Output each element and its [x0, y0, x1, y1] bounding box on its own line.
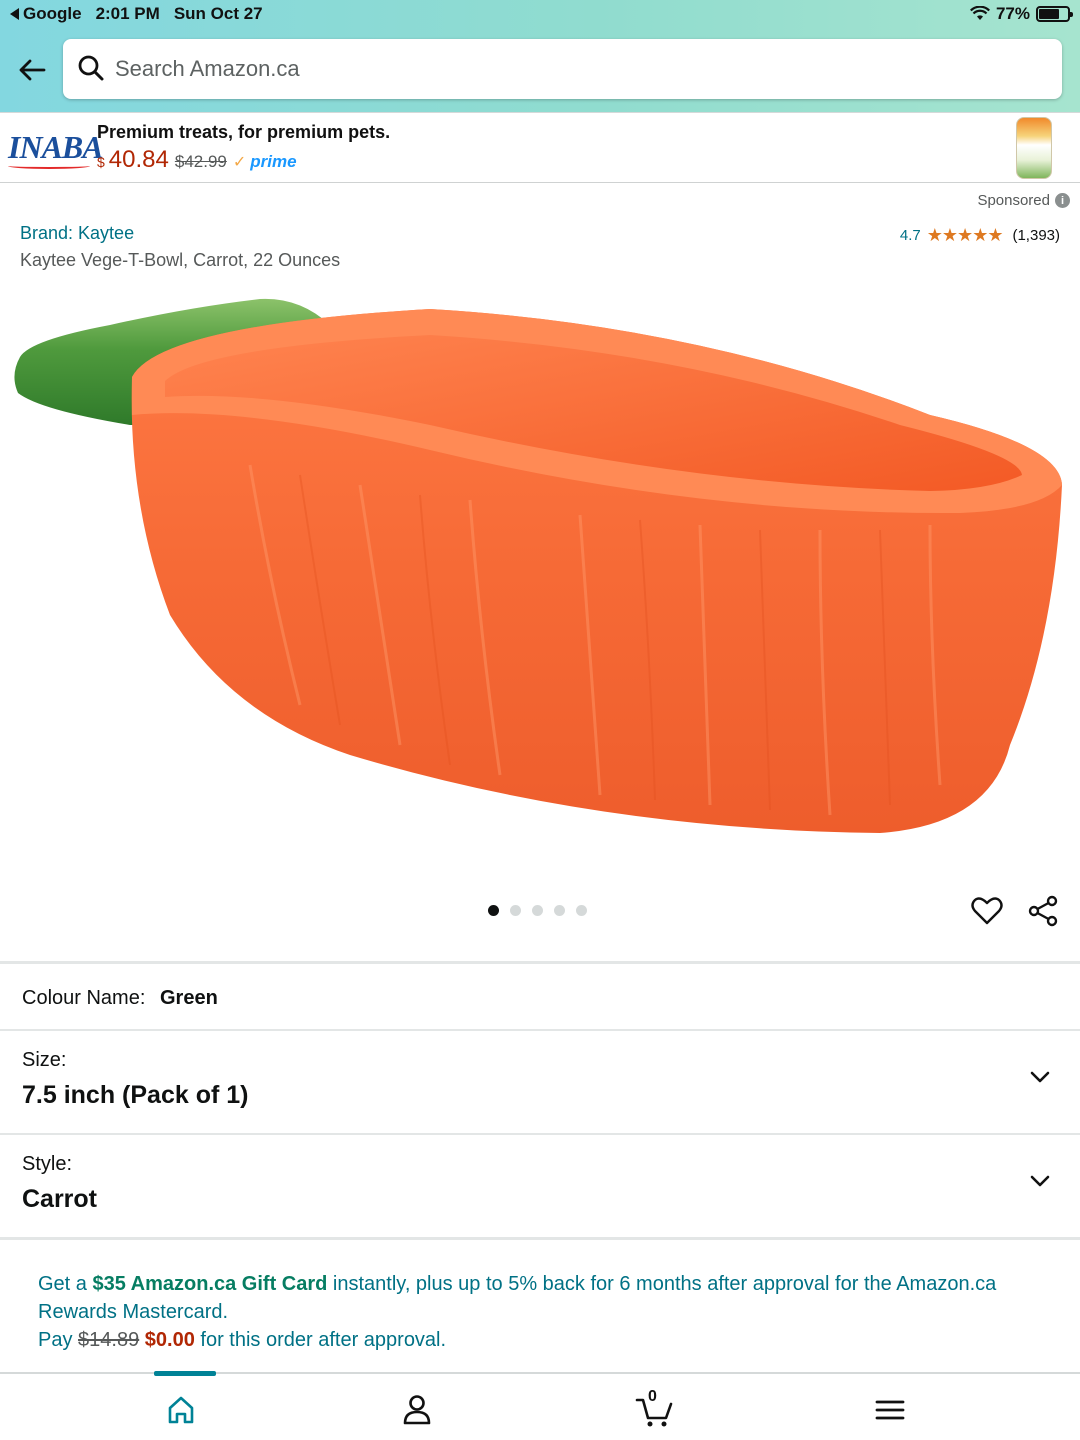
product-image[interactable] [0, 285, 1080, 865]
style-selector[interactable]: Style: Carrot [0, 1135, 1080, 1238]
active-tab-indicator [154, 1371, 216, 1376]
status-bar: Google 2:01 PM Sun Oct 27 77% [0, 0, 1080, 30]
promo-new-price: $0.00 [144, 1329, 195, 1351]
search-input[interactable] [115, 49, 1015, 89]
promo-prefix: Get a [38, 1273, 93, 1295]
search-icon[interactable] [77, 54, 105, 82]
home-icon[interactable] [161, 1390, 201, 1430]
carousel-dot[interactable] [510, 905, 521, 916]
ad-old-price: $42.99 [174, 152, 227, 171]
ad-price-row: $ 40.84 $42.99 ✓ prime [97, 146, 297, 174]
wifi-icon [969, 6, 990, 20]
size-value: 7.5 inch (Pack of 1) [22, 1081, 249, 1109]
carousel-dot[interactable] [488, 905, 499, 916]
star-rating-icon: ★★★★★ [926, 225, 1004, 245]
rating-count: (1,393) [1012, 227, 1060, 244]
ad-price-symbol: $ [97, 154, 105, 170]
wishlist-heart-icon[interactable] [970, 894, 1004, 928]
status-time: 2:01 PM [95, 4, 160, 23]
colour-row: Colour Name: Green [0, 965, 1080, 1029]
promo-suffix: for this order after approval. [194, 1329, 447, 1351]
bottom-navigation: 0 [0, 1371, 1080, 1440]
share-icon[interactable] [1026, 894, 1060, 928]
logo-swoosh [8, 163, 90, 169]
sponsored-label[interactable]: Sponsored i [977, 192, 1070, 209]
back-triangle-icon [10, 8, 19, 20]
carousel-dot[interactable] [532, 905, 543, 916]
menu-icon[interactable] [870, 1390, 910, 1430]
colour-value: Green [160, 987, 218, 1009]
ad-product-image[interactable] [1016, 117, 1052, 179]
image-carousel-dots[interactable] [488, 905, 587, 916]
style-label: Style: [22, 1153, 73, 1175]
sponsored-text: Sponsored [977, 192, 1050, 209]
sponsored-ad-banner[interactable]: INABA Premium treats, for premium pets. … [0, 112, 1080, 183]
style-value: Carrot [22, 1185, 98, 1213]
size-selector[interactable]: Size: 7.5 inch (Pack of 1) [0, 1031, 1080, 1134]
promo-old-price: $14.89 [78, 1329, 140, 1351]
rating-summary[interactable]: 4.7 ★★★★★ (1,393) [900, 225, 1060, 246]
prime-check-icon: ✓ [232, 154, 247, 171]
back-arrow-icon[interactable] [14, 52, 50, 88]
account-icon[interactable] [397, 1390, 437, 1430]
promo-pay-prefix: Pay [38, 1329, 79, 1351]
search-bar[interactable] [63, 39, 1062, 99]
rating-value: 4.7 [899, 227, 921, 244]
battery-icon [1036, 6, 1073, 22]
prime-badge: prime [250, 152, 297, 171]
status-date: Sun Oct 27 [173, 4, 263, 23]
section-divider [0, 961, 1080, 964]
credit-card-promo[interactable]: Get a $35 Amazon.ca Gift Card instantly,… [38, 1270, 998, 1354]
back-to-app-link[interactable]: Google [10, 4, 82, 24]
ad-price: 40.84 [108, 146, 169, 173]
chevron-down-icon[interactable] [1028, 1065, 1052, 1089]
ad-tagline: Premium treats, for premium pets. [97, 122, 391, 142]
inaba-logo: INABA [8, 129, 104, 165]
carousel-dot[interactable] [554, 905, 565, 916]
cart-count-badge: 0 [648, 1388, 657, 1405]
brand-link[interactable]: Brand: Kaytee [20, 223, 134, 244]
colour-label: Colour Name: [22, 987, 146, 1009]
back-app-label: Google [23, 4, 82, 23]
battery-percent: 77% [995, 4, 1030, 23]
section-divider [0, 1237, 1080, 1240]
chevron-down-icon[interactable] [1028, 1169, 1052, 1193]
info-icon[interactable]: i [1055, 193, 1070, 208]
promo-gift-card: $35 Amazon.ca Gift Card [92, 1273, 328, 1295]
carousel-dot[interactable] [576, 905, 587, 916]
product-title: Kaytee Vege-T-Bowl, Carrot, 22 Ounces [20, 250, 341, 270]
size-label: Size: [22, 1049, 67, 1071]
